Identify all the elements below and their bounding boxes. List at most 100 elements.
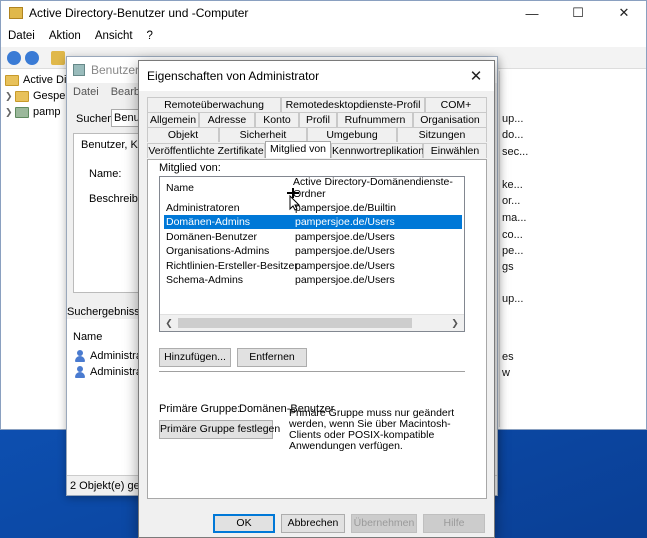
menu-datei[interactable]: Datei [1, 30, 42, 42]
console-tree: Active Dir ❯ Gespe ❯ pamp [1, 71, 70, 427]
scroll-right-icon[interactable]: ❯ [448, 316, 462, 330]
row-name: Domänen-Admins [166, 216, 251, 228]
table-row-selected[interactable]: Domänen-Admins pampersjoe.de/Users [164, 215, 462, 229]
ok-button[interactable]: OK [213, 514, 275, 533]
row-folder: pampersjoe.de/Users [295, 216, 395, 228]
menu-datei[interactable]: Datei [67, 86, 105, 98]
column-folder[interactable]: Active Directory-Domänendienste-Ordner [293, 177, 464, 200]
domain-icon [15, 106, 29, 118]
tab-organization[interactable]: Organisation [413, 112, 487, 127]
scroll-left-icon[interactable]: ❮ [162, 316, 176, 330]
chevron-right-icon[interactable]: ❯ [5, 107, 15, 118]
listview-header: Name Active Directory-Domänendienste-Ord… [160, 177, 464, 200]
tree-item-label: Active Dir [23, 74, 71, 86]
tab-security[interactable]: Sicherheit [219, 127, 307, 142]
details-text: co... [502, 229, 523, 241]
user-icon [73, 365, 87, 379]
app-icon [9, 7, 23, 19]
list-item[interactable]: Administra [73, 365, 142, 379]
add-button[interactable]: Hinzufügen... [159, 348, 231, 367]
name-field-label: Name: [89, 168, 122, 180]
tab-sessions[interactable]: Sitzungen [397, 127, 487, 142]
row-name: Domänen-Benutzer [166, 231, 258, 243]
set-primary-group-button[interactable]: Primäre Gruppe festlegen [159, 420, 280, 439]
details-pane: up... do... sec... ke... or... ma... co.… [499, 71, 646, 427]
details-text: es [502, 351, 514, 363]
tab-member-of[interactable]: Mitglied von [265, 141, 331, 158]
tab-password-replication[interactable]: Kennwortreplikation [331, 143, 424, 158]
tab-general[interactable]: Allgemein [147, 112, 199, 127]
tree-item-root[interactable]: Active Dir [5, 74, 70, 86]
table-row[interactable]: Domänen-Benutzer pampersjoe.de/Users [164, 230, 462, 244]
tree-item-saved-queries[interactable]: ❯ Gespe [5, 90, 65, 102]
details-text: or... [502, 195, 521, 207]
tab-published-certificates[interactable]: Veröffentlichte Zertifikate [147, 143, 265, 158]
folder-up-icon[interactable] [51, 51, 65, 65]
tab-environment[interactable]: Umgebung [307, 127, 397, 142]
tab-profile[interactable]: Profil [299, 112, 337, 127]
details-text: ma... [502, 212, 527, 224]
back-arrow-icon[interactable] [7, 51, 21, 65]
tab-remote-control[interactable]: Remoteüberwachung [147, 97, 281, 112]
details-text: do... [502, 129, 524, 141]
scroll-thumb[interactable] [178, 318, 412, 328]
table-row[interactable]: Organisations-Admins pampersjoe.de/Users [164, 244, 462, 258]
dialog-titlebar: Eigenschaften von Administrator [139, 61, 494, 91]
list-item-label: Administra [90, 366, 142, 378]
find-icon [73, 64, 85, 76]
table-row[interactable]: Schema-Admins pampersjoe.de/Users [164, 273, 462, 287]
table-row[interactable]: Administratoren pampersjoe.de/Builtin [164, 201, 462, 215]
groups-listview: Name Active Directory-Domänendienste-Ord… [159, 176, 465, 332]
tree-item-label: Gespe [33, 90, 66, 102]
primary-group-label: Primäre Gruppe: [159, 403, 241, 415]
row-folder: pampersjoe.de/Users [295, 245, 395, 257]
divider [159, 371, 465, 372]
apply-button[interactable]: Übernehmen [351, 514, 417, 533]
dialog-title: Eigenschaften von Administrator [147, 69, 320, 83]
menu-ansicht[interactable]: Ansicht [88, 30, 140, 42]
remove-button[interactable]: Entfernen [237, 348, 307, 367]
tree-item-domain[interactable]: ❯ pamp [5, 106, 61, 118]
details-text: pe... [502, 245, 524, 257]
row-folder: pampersjoe.de/Users [295, 231, 395, 243]
tab-telephones[interactable]: Rufnummern [337, 112, 413, 127]
minimize-button[interactable]: — [509, 1, 555, 25]
column-name[interactable]: Name [166, 182, 194, 194]
help-button[interactable]: Hilfe [423, 514, 485, 533]
table-row[interactable]: Richtlinien-Ersteller-Besitzer pampersjo… [164, 259, 462, 273]
details-text: w [502, 367, 510, 379]
folder-icon [15, 90, 29, 102]
details-text: ke... [502, 179, 523, 191]
row-name: Administratoren [166, 202, 240, 214]
tab-dial-in[interactable]: Einwählen [423, 143, 487, 158]
tab-object[interactable]: Objekt [147, 127, 219, 142]
find-criteria-panel [73, 133, 143, 293]
users-icon [73, 349, 87, 363]
list-item-label: Administra [90, 350, 142, 362]
results-column-name[interactable]: Name [73, 331, 102, 343]
snapin-icon [5, 74, 19, 86]
tab-com[interactable]: COM+ [425, 97, 487, 112]
tab-rds-profile[interactable]: Remotedesktopdienste-Profil [281, 97, 425, 112]
properties-dialog: Eigenschaften von Administrator ✕ Remote… [138, 60, 495, 538]
chevron-right-icon[interactable]: ❯ [5, 91, 15, 102]
menu-aktion[interactable]: Aktion [42, 30, 88, 42]
row-name: Organisations-Admins [166, 245, 270, 257]
tab-account[interactable]: Konto [255, 112, 299, 127]
main-window-title: Active Directory-Benutzer und -Computer [29, 6, 249, 20]
row-name: Schema-Admins [166, 274, 244, 286]
details-text: gs [502, 261, 514, 273]
tab-address[interactable]: Adresse [199, 112, 255, 127]
cancel-button[interactable]: Abbrechen [281, 514, 345, 533]
close-button[interactable]: ✕ [601, 1, 647, 25]
row-name: Richtlinien-Ersteller-Besitzer [166, 260, 298, 272]
details-text: up... [502, 293, 524, 305]
forward-arrow-icon[interactable] [25, 51, 39, 65]
maximize-button[interactable]: ☐ [555, 1, 601, 25]
close-icon[interactable]: ✕ [466, 66, 486, 86]
horizontal-scrollbar[interactable]: ❮ ❯ [160, 314, 464, 331]
list-item[interactable]: Administra [73, 349, 142, 363]
menu-help[interactable]: ? [140, 30, 160, 42]
details-text: up... [502, 113, 524, 125]
row-folder: pampersjoe.de/Users [295, 260, 395, 272]
